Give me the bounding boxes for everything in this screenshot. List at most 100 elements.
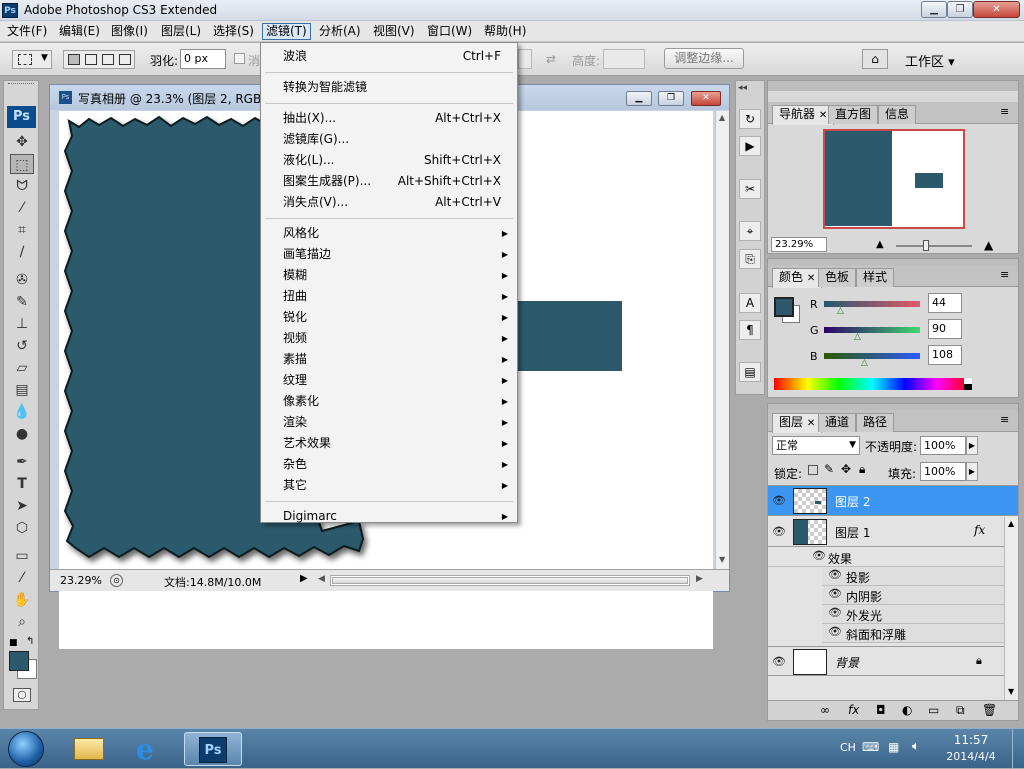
dodge-tool-icon[interactable]: ● [10, 424, 34, 444]
taskbar-photoshop[interactable]: Ps [184, 732, 242, 766]
lock-position-icon[interactable]: ✥ [841, 462, 851, 476]
filter-menu-item[interactable]: 素描 ▶ [263, 349, 515, 370]
tab-info[interactable]: 信息 [878, 105, 917, 124]
link-layers-icon[interactable]: ∞ [820, 703, 830, 717]
workspace-menu[interactable]: 工作区 ▾ [905, 51, 955, 70]
lock-pixels-icon[interactable]: ✎ [824, 462, 834, 476]
close-button[interactable]: ✕ [973, 1, 1020, 18]
color-fg-swatch[interactable] [774, 297, 794, 317]
maximize-button[interactable]: ❐ [947, 1, 973, 18]
photoshop-logo[interactable]: Ps [7, 106, 36, 128]
effect-row[interactable]: 👁︎ 投影 [822, 567, 1004, 586]
close-icon[interactable]: ✕ [819, 110, 827, 121]
history-panel-icon[interactable]: ↻ [739, 109, 761, 129]
scroll-up-icon[interactable]: ▲ [719, 113, 725, 122]
filter-menu-item[interactable]: 消失点(V)... Alt+Ctrl+V [263, 192, 515, 213]
brush-tool-icon[interactable]: ✎ [10, 292, 34, 312]
blend-mode-select[interactable]: 正常 ▼ [772, 436, 860, 455]
foreground-color-swatch[interactable] [9, 651, 29, 671]
vertical-scrollbar[interactable]: ▲ ▼ [715, 111, 729, 569]
filter-menu-item[interactable]: 渲染 ▶ [263, 412, 515, 433]
menu-file[interactable]: 文件(F) [4, 23, 50, 40]
marquee-tool-icon[interactable]: ⬚ [10, 154, 34, 174]
filter-menu-item[interactable]: 抽出(X)... Alt+Ctrl+X [263, 108, 515, 129]
width-input[interactable] [518, 49, 532, 69]
panel-menu-icon[interactable]: ≡ [1000, 413, 1009, 426]
zoom-in-icon[interactable]: ▲ [984, 238, 993, 252]
lock-all-icon[interactable]: 🔒︎ [859, 462, 865, 477]
menu-select[interactable]: 选择(S) [210, 23, 257, 40]
notes-tool-icon[interactable]: ▭ [10, 546, 34, 566]
filter-menu-item[interactable]: 波浪 Ctrl+F [263, 46, 515, 67]
filter-menu-item[interactable]: 其它 ▶ [263, 475, 515, 496]
type-tool-icon[interactable]: T [10, 474, 34, 494]
menu-analysis[interactable]: 分析(A) [316, 23, 364, 40]
menu-layer[interactable]: 图层(L) [158, 23, 204, 40]
fill-arrow-icon[interactable]: ▶ [966, 462, 978, 481]
taskbar-ie[interactable]: e [122, 732, 180, 766]
volume-icon[interactable]: 🔈︎ [912, 739, 920, 754]
filter-menu-item[interactable]: 转换为智能滤镜 [263, 77, 515, 98]
panel-grip[interactable] [768, 81, 1018, 91]
paragraph-panel-icon[interactable]: ¶ [739, 320, 761, 340]
filter-menu-item[interactable]: 杂色 ▶ [263, 454, 515, 475]
clone-source-icon[interactable]: ⎘ [739, 249, 761, 269]
tab-paths[interactable]: 路径 [856, 413, 895, 432]
layer-fx-icon[interactable]: fx [974, 523, 985, 537]
keyboard-icon[interactable]: ⌨ [862, 740, 879, 754]
filter-menu-item[interactable]: 图案生成器(P)... Alt+Shift+Ctrl+X [263, 171, 515, 192]
crop-tool-icon[interactable]: ⌗ [10, 220, 34, 240]
menu-edit[interactable]: 编辑(E) [56, 23, 103, 40]
zoom-slider-thumb[interactable] [923, 240, 929, 251]
filter-menu-item[interactable]: 风格化 ▶ [263, 223, 515, 244]
zoom-slider[interactable] [896, 240, 972, 251]
path-selection-icon[interactable]: ➤ [10, 496, 34, 516]
swap-icon[interactable]: ⇄ [546, 52, 556, 66]
layer-name[interactable]: 背景 [835, 654, 859, 671]
status-info-icon[interactable]: ⊙ [110, 574, 123, 587]
input-method-indicator[interactable]: CH [840, 741, 856, 754]
filter-menu-item[interactable]: Digimarc ▶ [263, 506, 515, 527]
eyedropper-icon[interactable]: ⁄ [10, 568, 34, 588]
clock-time[interactable]: 11:57 [946, 733, 996, 747]
height-input[interactable] [603, 49, 645, 69]
green-slider-track[interactable] [824, 327, 920, 333]
minimize-button[interactable]: ▁ [921, 1, 947, 18]
new-layer-icon[interactable]: ⧉ [956, 703, 965, 718]
fill-input[interactable]: 100% [920, 462, 966, 481]
actions-panel-icon[interactable]: ▶ [739, 136, 761, 156]
effects-group-row[interactable]: 👁︎ 效果 [768, 548, 1018, 567]
visibility-eye-icon[interactable]: 👁︎ [828, 569, 842, 580]
doc-maximize-button[interactable]: ❐ [658, 91, 684, 106]
menu-image[interactable]: 图像(I) [108, 23, 151, 40]
collapse-dock-icon[interactable]: ◂◂ [738, 83, 747, 93]
filter-menu-item[interactable]: 锐化 ▶ [263, 307, 515, 328]
panel-menu-icon[interactable]: ≡ [1000, 105, 1009, 118]
layer-name[interactable]: 图层 2 [835, 493, 870, 510]
bridge-icon[interactable]: ⌂ [862, 49, 888, 69]
doc-minimize-button[interactable]: ▁ [626, 91, 652, 106]
add-selection-icon[interactable] [85, 54, 97, 65]
show-desktop-button[interactable] [1012, 729, 1024, 769]
blue-value-input[interactable]: 108 [928, 345, 962, 365]
scroll-right-icon[interactable]: ▶ [696, 574, 703, 584]
default-colors-icon[interactable]: ■ [9, 638, 18, 648]
clock-date[interactable]: 2014/4/4 [938, 750, 1004, 763]
visibility-eye-icon[interactable]: 👁︎ [772, 656, 786, 667]
new-group-icon[interactable]: ▭ [928, 703, 939, 717]
zoom-tool-icon[interactable]: ⌕ [10, 612, 34, 632]
layer-row-background[interactable]: 👁︎ 背景 🔒︎ [768, 646, 1018, 676]
shape-tool-icon[interactable]: ⬡ [10, 518, 34, 538]
tab-color[interactable]: 颜色 ✕ [772, 268, 823, 288]
scroll-down-icon[interactable]: ▼ [1008, 687, 1014, 696]
close-icon[interactable]: ✕ [807, 273, 815, 284]
magic-wand-icon[interactable]: ⁄ [10, 198, 34, 218]
filter-menu-item[interactable]: 滤镜库(G)... [263, 129, 515, 150]
brushes-panel-icon[interactable]: ⌖ [739, 221, 761, 241]
layer-name[interactable]: 图层 1 [835, 524, 870, 541]
add-mask-icon[interactable]: ◘ [876, 703, 886, 717]
layer-row-layer2[interactable]: 👁︎ 图层 2 [768, 486, 1018, 516]
blur-tool-icon[interactable]: 💧 [10, 402, 34, 422]
menu-window[interactable]: 窗口(W) [424, 23, 475, 40]
layers-scrollbar[interactable]: ▲ ▼ [1004, 517, 1018, 701]
